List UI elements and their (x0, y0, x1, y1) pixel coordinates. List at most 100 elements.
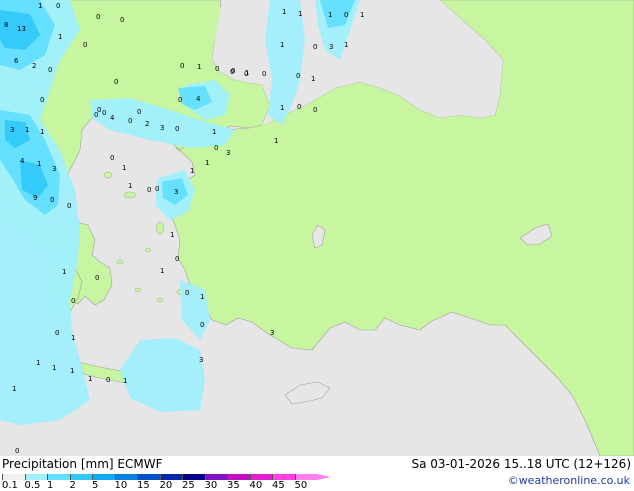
precip-value-label: 1 (71, 334, 76, 342)
precip-value-label: 0 (15, 447, 20, 455)
precip-value-label: 0 (56, 2, 61, 10)
precip-value-label: 1 (40, 128, 45, 136)
precip-value-label: 0 (102, 109, 107, 117)
precip-value-label: 1 (212, 128, 217, 136)
precip-value-label: 0 (296, 72, 301, 80)
precip-value-label: 0 (185, 289, 190, 297)
precip-value-label: 0 (106, 376, 111, 384)
precip-value-label: 1 (280, 104, 285, 112)
color-scale-tick-label: 0.1 (2, 480, 18, 491)
precip-value-label: 1 (274, 137, 279, 145)
precip-value-label: 3 (174, 188, 179, 196)
map-canvas (0, 0, 634, 456)
precip-value-label: 3 (199, 356, 204, 364)
precip-value-label: 8 (4, 21, 9, 29)
precip-value-label: 9 (33, 194, 38, 202)
color-scale-tick-label: 45 (272, 480, 285, 491)
precip-value-label: 1 (38, 2, 43, 10)
precip-value-label: 0 (175, 125, 180, 133)
precip-value-label: 0 (95, 274, 100, 282)
precip-value-label: 0 (215, 65, 220, 73)
precip-value-label: 0 (180, 62, 185, 70)
precip-value-label: 0 (200, 321, 205, 329)
precip-value-label: 1 (160, 267, 165, 275)
precip-value-label: 0 (147, 186, 152, 194)
precip-value-label: 1 (12, 385, 17, 393)
precip-value-label: 0 (71, 297, 76, 305)
precip-value-label: 3 (160, 124, 165, 132)
precipitation-map (0, 0, 634, 456)
precip-value-label: 0 (40, 96, 45, 104)
color-scale-tick-label: 10 (114, 480, 128, 491)
precip-value-label: 0 (262, 70, 267, 78)
product-title: Precipitation [mm] ECMWF (2, 457, 162, 471)
precip-value-label: 1 (205, 159, 210, 167)
precip-value-label: 0 (96, 13, 101, 21)
precip-value-label: 1 (328, 11, 333, 19)
precip-value-label: 0 (50, 196, 55, 204)
precip-value-label: 1 (282, 8, 287, 16)
precip-value-label: 3 (52, 165, 57, 173)
color-scale-tick-label: 5 (92, 480, 99, 491)
precip-value-label: 0 (244, 70, 249, 78)
precip-value-label: 1 (25, 126, 30, 134)
precip-value-label: 0 (178, 96, 183, 104)
precip-value-label: 1 (70, 367, 75, 375)
precip-value-label: 0 (83, 41, 88, 49)
precip-value-label: 0 (67, 202, 72, 210)
color-scale-tick-label: 30 (204, 480, 218, 491)
precip-value-label: 0 (137, 108, 142, 116)
precip-value-label: 1 (200, 293, 205, 301)
color-scale: 0.1 0.5 1 2 5 10 15 20 25 30 35 40 45 50 (2, 474, 332, 491)
precip-value-label: 1 (88, 375, 93, 383)
precip-value-label: 0 (230, 68, 235, 76)
precip-value-label: 1 (298, 10, 303, 18)
precip-value-label: 4 (20, 157, 25, 165)
product-name: Precipitation [mm] (2, 457, 114, 471)
precip-value-label: 4 (110, 114, 115, 122)
precip-value-label: 1 (52, 364, 57, 372)
precip-value-label: 0 (120, 16, 125, 24)
precip-value-label: 2 (32, 62, 37, 70)
precip-value-label: 1 (58, 33, 63, 41)
color-scale-tick-label: 50 (294, 480, 308, 491)
color-scale-tick-label: 1 (47, 480, 54, 491)
precip-value-label: 1 (344, 41, 349, 49)
precip-value-label: 0 (214, 144, 219, 152)
precip-value-label: 1 (37, 160, 42, 168)
color-scale-arrow-icon (317, 474, 331, 480)
precip-value-label: 1 (62, 268, 67, 276)
precip-value-label: 1 (122, 164, 127, 172)
color-scale-tick-label: 0.5 (24, 480, 41, 491)
color-scale-tick-label: 25 (182, 480, 195, 491)
precip-value-label: 0 (114, 78, 119, 86)
precip-value-label: 0 (110, 154, 115, 162)
precip-value-label: 0 (94, 111, 99, 119)
precip-value-label: 0 (128, 117, 133, 125)
precip-value-label: 1 (197, 63, 202, 71)
precip-value-label: 1 (170, 231, 175, 239)
precip-value-label: 1 (190, 167, 195, 175)
credit-text: ©weatheronline.co.uk (507, 474, 630, 487)
valid-time: Sa 03-01-2026 15..18 UTC (12+126) (411, 457, 631, 471)
precip-value-label: 3 (329, 43, 334, 51)
precip-value-label: 1 (280, 41, 285, 49)
color-scale-tick-label: 20 (159, 480, 173, 491)
precip-value-label: 1 (36, 359, 41, 367)
precip-value-label: 0 (155, 185, 160, 193)
precip-value-label: 0 (313, 106, 318, 114)
precip-value-label: 0 (48, 66, 53, 74)
precip-value-label: 2 (145, 120, 150, 128)
color-scale-tick-label: 35 (227, 480, 240, 491)
precip-value-label: 3 (226, 149, 231, 157)
precip-value-label: 3 (10, 126, 15, 134)
model-name: ECMWF (117, 457, 163, 471)
precip-value-label: 0 (344, 11, 349, 19)
precip-value-label: 6 (14, 57, 19, 65)
precip-value-label: 1 (123, 377, 128, 385)
precip-value-label: 0 (55, 329, 60, 337)
color-scale-tick-label: 2 (69, 480, 76, 491)
color-scale-tick-label: 40 (249, 480, 263, 491)
precip-value-label: 1 (128, 182, 133, 190)
precip-value-label: 1 (311, 75, 316, 83)
